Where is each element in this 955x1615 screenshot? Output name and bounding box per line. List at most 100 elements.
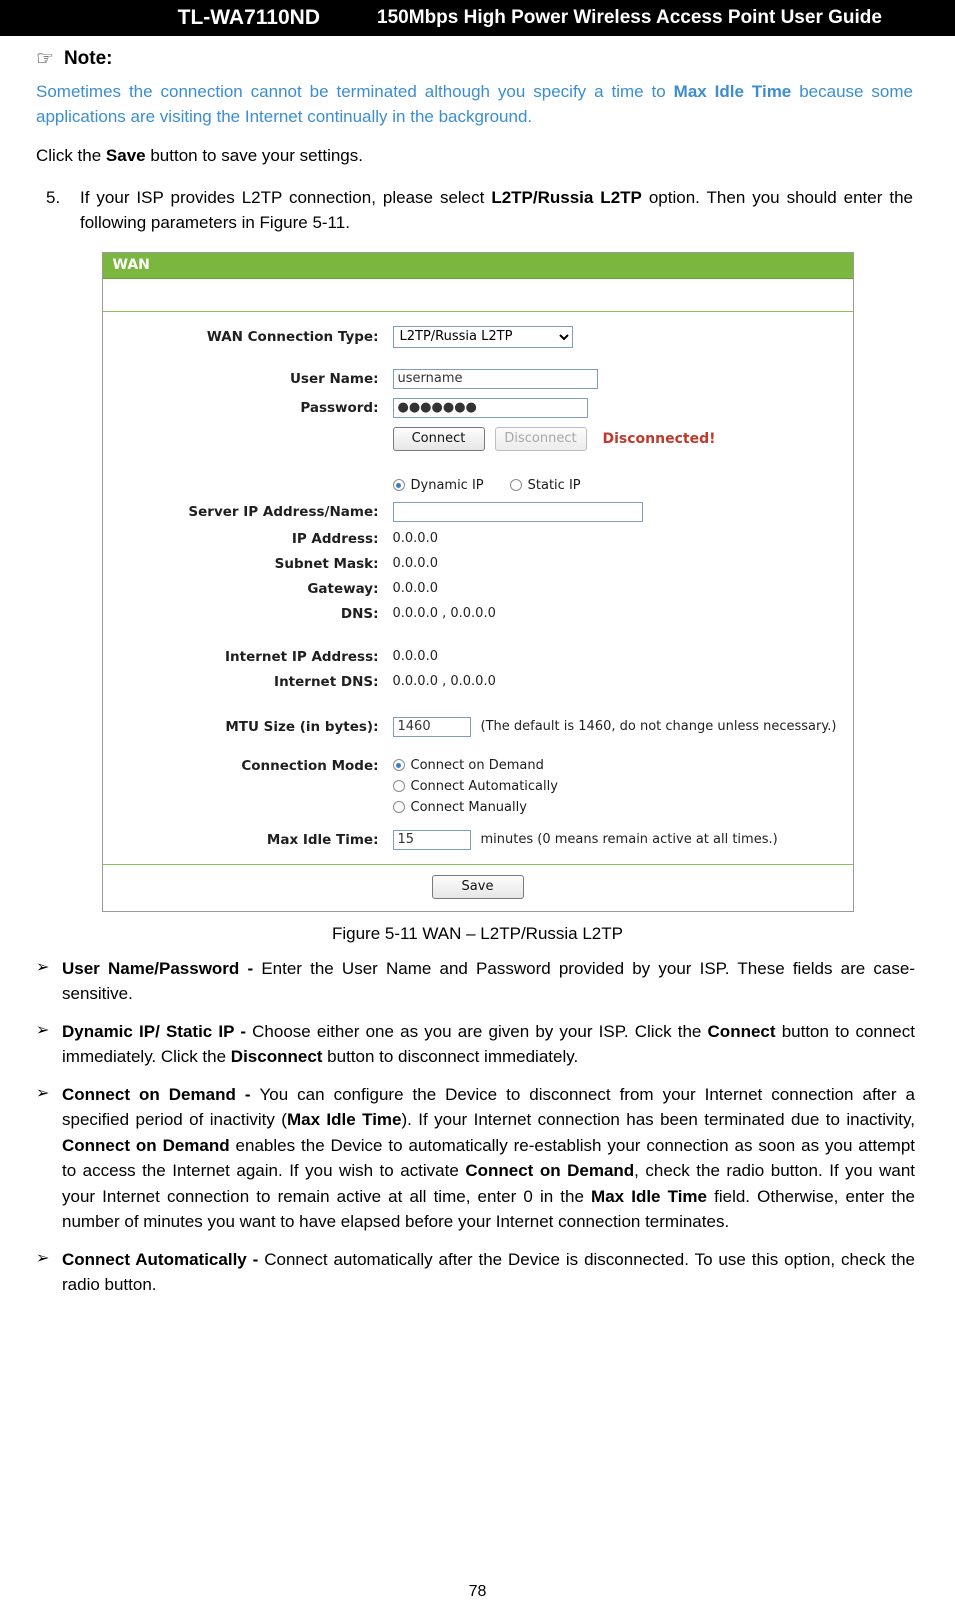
bullet-text: User Name/Password - Enter the User Name… xyxy=(62,956,915,1007)
row-mtu-size: MTU Size (in bytes): (The default is 146… xyxy=(103,716,853,737)
bullet-bold-3: Connect on Demand xyxy=(465,1161,635,1181)
note-body: Sometimes the connection cannot be termi… xyxy=(36,80,913,129)
figure-caption: Figure 5-11 WAN – L2TP/Russia L2TP xyxy=(331,923,623,943)
step-item: 5. If your ISP provides L2TP connection,… xyxy=(46,185,913,236)
save-hint-after: button to save your settings. xyxy=(145,146,363,166)
label-ip-address: IP Address: xyxy=(291,530,379,547)
label-wan-connection-type: WAN Connection Type: xyxy=(206,328,379,345)
bullet-arrow-icon: ➢ xyxy=(36,958,50,976)
bullet-bold-4: Max Idle Time xyxy=(591,1186,707,1206)
bullet-body-1: Choose either one as you are given by yo… xyxy=(252,1021,708,1041)
page-number: 78 xyxy=(468,1583,487,1600)
note-text-1: Sometimes the connection cannot be termi… xyxy=(36,82,674,101)
page: TL-WA7110ND 150Mbps High Power Wireless … xyxy=(0,0,955,1615)
server-ip-input[interactable] xyxy=(392,501,643,522)
label-mtu-size: MTU Size (in bytes): xyxy=(225,718,379,735)
page-header: TL-WA7110ND 150Mbps High Power Wireless … xyxy=(0,0,955,36)
radio-static-ip[interactable]: Static IP xyxy=(509,477,581,493)
bullet-lead: Connect on Demand - xyxy=(62,1084,260,1104)
max-idle-time-input[interactable] xyxy=(392,829,471,850)
note-label: Note: xyxy=(63,48,113,69)
user-name-input[interactable] xyxy=(392,368,598,389)
radio-static-ip-label: Static IP xyxy=(527,477,581,493)
radio-connect-manually-icon[interactable] xyxy=(392,801,405,814)
connection-status: Disconnected! xyxy=(602,430,716,447)
row-max-idle-time: Max Idle Time: minutes (0 means remain a… xyxy=(103,829,853,850)
save-button[interactable]: Save xyxy=(431,874,524,899)
bullet-text: Connect on Demand - You can configure th… xyxy=(62,1082,915,1235)
radio-connect-automatically-icon[interactable] xyxy=(392,780,405,793)
bullet-bold-connect: Connect xyxy=(707,1021,776,1041)
bullet-lead: Connect Automatically - xyxy=(62,1249,265,1269)
wan-connection-type-select[interactable]: L2TP/Russia L2TP xyxy=(392,325,573,348)
bullet-text: Dynamic IP/ Static IP - Choose either on… xyxy=(62,1019,915,1070)
bullet-text: Connect Automatically - Connect automati… xyxy=(62,1247,915,1298)
radio-dynamic-ip-icon[interactable] xyxy=(392,479,405,492)
row-server-ip: Server IP Address/Name: xyxy=(103,501,853,522)
connect-button[interactable]: Connect xyxy=(392,426,485,451)
wan-panel-title: WAN xyxy=(102,252,853,279)
disconnect-button[interactable]: Disconnect xyxy=(494,426,587,451)
step-text-bold: L2TP/Russia L2TP xyxy=(491,187,642,207)
row-subnet-mask: Subnet Mask: 0.0.0.0 xyxy=(103,556,853,572)
value-dns: 0.0.0.0 , 0.0.0.0 xyxy=(392,606,496,622)
bullet-lead: User Name/Password - xyxy=(62,958,262,978)
pointing-hand-icon: ☞ xyxy=(36,48,54,70)
bullet-connect-on-demand: ➢ Connect on Demand - You can configure … xyxy=(36,1082,915,1235)
row-wan-connection-type: WAN Connection Type: L2TP/Russia L2TP xyxy=(103,325,853,348)
radio-dynamic-ip-label: Dynamic IP xyxy=(410,477,484,493)
password-input[interactable] xyxy=(392,397,588,418)
wan-panel: WAN WAN Connection Type: L2TP/Russia L2T… xyxy=(101,251,854,912)
connection-mode-on-demand[interactable]: Connect on Demand xyxy=(392,757,544,773)
note-text-bold: Max Idle Time xyxy=(673,82,792,101)
bullet-bold-1: Max Idle Time xyxy=(286,1110,402,1130)
connection-mode-automatically[interactable]: Connect Automatically xyxy=(392,779,558,794)
value-internet-ip: 0.0.0.0 xyxy=(392,649,438,665)
label-server-ip: Server IP Address/Name: xyxy=(188,503,379,520)
connection-mode-label: Connect on Demand xyxy=(410,757,544,773)
row-gateway: Gateway: 0.0.0.0 xyxy=(103,581,853,597)
value-ip-address: 0.0.0.0 xyxy=(392,531,438,547)
radio-connect-on-demand-icon[interactable] xyxy=(392,759,405,772)
bullet-body-3: button to disconnect immediately. xyxy=(322,1047,579,1067)
bullet-body-2: ). If your Internet connection has been … xyxy=(401,1110,915,1130)
row-dns: DNS: 0.0.0.0 , 0.0.0.0 xyxy=(103,606,853,622)
save-hint-bold: Save xyxy=(105,146,146,166)
row-ip-address: IP Address: 0.0.0.0 xyxy=(103,531,853,547)
row-internet-ip: Internet IP Address: 0.0.0.0 xyxy=(103,649,853,665)
label-user-name: User Name: xyxy=(289,370,379,387)
bullet-arrow-icon: ➢ xyxy=(36,1021,50,1039)
bullet-lead: Dynamic IP/ Static IP - xyxy=(62,1021,253,1041)
step-text-1: If your ISP provides L2TP connection, pl… xyxy=(80,187,492,207)
row-internet-dns: Internet DNS: 0.0.0.0 , 0.0.0.0 xyxy=(103,674,853,690)
mtu-size-hint: (The default is 1460, do not change unle… xyxy=(480,719,837,735)
label-max-idle-time: Max Idle Time: xyxy=(266,831,379,848)
figure-wan-l2tp: WAN WAN Connection Type: L2TP/Russia L2T… xyxy=(28,251,927,912)
connection-mode-label: Connect Manually xyxy=(410,799,527,815)
wan-panel-footer: Save xyxy=(102,863,853,911)
bullet-bold-2: Connect on Demand xyxy=(62,1135,230,1155)
label-password: Password: xyxy=(300,399,379,416)
save-hint-paragraph: Click the Save button to save your setti… xyxy=(36,143,915,169)
label-dns: DNS: xyxy=(340,605,379,622)
bullet-dynamic-static-ip: ➢ Dynamic IP/ Static IP - Choose either … xyxy=(36,1019,915,1070)
row-user-name: User Name: xyxy=(103,368,853,389)
label-subnet-mask: Subnet Mask: xyxy=(274,555,379,572)
radio-dynamic-ip[interactable]: Dynamic IP xyxy=(392,477,484,493)
save-hint-before: Click the xyxy=(36,146,106,166)
header-model: TL-WA7110ND xyxy=(0,0,330,36)
step-number: 5. xyxy=(46,187,61,207)
row-password: Password: xyxy=(103,397,853,418)
radio-static-ip-icon[interactable] xyxy=(509,479,522,492)
label-connection-mode: Connection Mode: xyxy=(241,757,379,774)
bullet-connect-automatically: ➢ Connect Automatically - Connect automa… xyxy=(36,1247,915,1298)
value-subnet-mask: 0.0.0.0 xyxy=(392,556,438,572)
note-heading: ☞ Note: xyxy=(36,48,927,70)
connection-mode-manually[interactable]: Connect Manually xyxy=(392,799,527,815)
bullet-bold-disconnect: Disconnect xyxy=(230,1047,323,1067)
wan-form: WAN Connection Type: L2TP/Russia L2TP Us… xyxy=(103,312,853,850)
value-internet-dns: 0.0.0.0 , 0.0.0.0 xyxy=(392,674,496,690)
bullet-arrow-icon: ➢ xyxy=(36,1249,50,1267)
mtu-size-input[interactable] xyxy=(392,716,471,737)
row-connect-buttons: Connect Disconnect Disconnected! xyxy=(103,426,853,451)
